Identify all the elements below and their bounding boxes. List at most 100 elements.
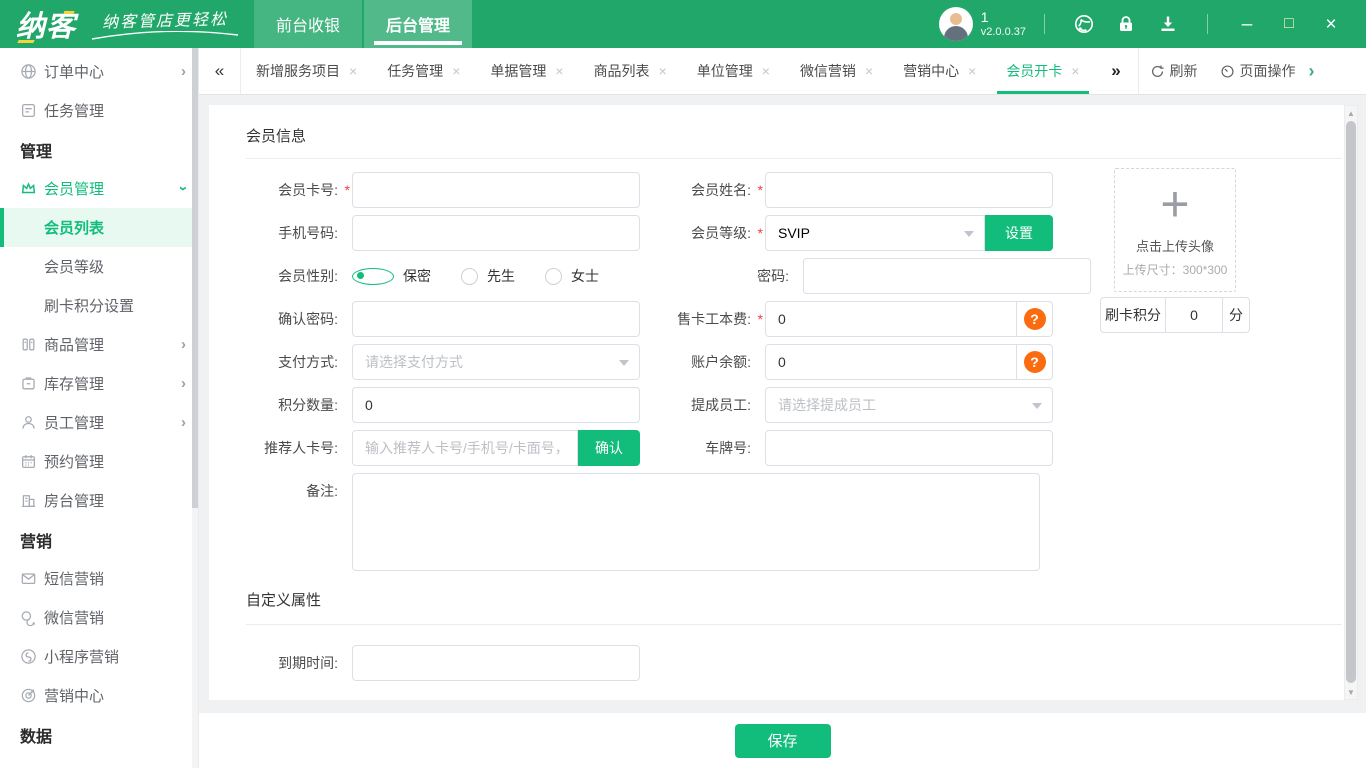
confirm-password-input[interactable] [352,301,640,337]
nav-front-cashier[interactable]: 前台收银 [254,0,363,48]
sidebar-item-goods-mgmt[interactable]: 商品管理 › [0,325,198,364]
user-avatar[interactable] [938,7,973,41]
section-title-custom-attrs: 自定义属性 [246,589,1342,625]
points-input[interactable] [352,387,640,423]
close-tab-icon[interactable]: × [659,63,667,79]
help-icon[interactable]: ? [1023,308,1046,330]
goods-icon [20,336,37,353]
referrer-confirm-button[interactable]: 确认 [578,430,640,466]
sidebar-item-booking-mgmt[interactable]: 预约管理 [0,442,198,481]
scroll-down-arrow[interactable]: ▼ [1345,685,1357,699]
member-level-select[interactable]: SVIP [765,215,985,251]
chevron-right-icon[interactable]: › [1309,48,1315,94]
page-operations-button[interactable]: 页面操作 [1209,48,1307,94]
required-star: * [757,182,763,198]
payment-placeholder: 请选择支付方式 [365,354,463,370]
member-level-value: SVIP [778,225,810,241]
balance-input[interactable] [766,345,1016,379]
gender-option-secret[interactable]: 保密 [352,266,431,286]
expire-input[interactable] [352,645,640,681]
sidebar-item-marketing-center[interactable]: 营销中心 [0,676,198,715]
commission-staff-select[interactable]: 请选择提成员工 [765,387,1053,423]
save-button[interactable]: 保存 [734,723,831,758]
referrer-input[interactable] [352,430,578,466]
points-label: 积分数量: [278,397,338,413]
maximize-button[interactable]: □ [1274,9,1304,39]
sidebar-scrollbar-thumb[interactable] [192,48,198,508]
close-tab-icon[interactable]: × [349,63,357,79]
main-scrollbar[interactable]: ▲ ▼ [1344,105,1358,700]
card-fee-input[interactable] [766,302,1016,336]
support-button[interactable] [1069,9,1099,39]
sidebar-scrollbar[interactable] [192,48,198,768]
tab-receipt-mgmt[interactable]: 单据管理 × [475,48,578,94]
envelope-icon [20,570,37,587]
tab-wechat-marketing[interactable]: 微信营销 × [785,48,888,94]
slogan-underline-curve [91,31,239,40]
close-tab-icon[interactable]: × [762,63,770,79]
tab-goods-list[interactable]: 商品列表 × [579,48,682,94]
minimize-button[interactable]: – [1232,9,1262,39]
close-tab-icon[interactable]: × [1071,63,1079,79]
sidebar-item-member-mgmt[interactable]: 会员管理 › [0,169,198,208]
nav-back-admin[interactable]: 后台管理 [364,0,473,48]
level-settings-button[interactable]: 设置 [985,215,1053,251]
download-button[interactable] [1153,9,1183,39]
avatar-head [949,13,962,25]
lock-icon [1120,16,1132,31]
sidebar-item-miniprogram-marketing[interactable]: 小程序营销 [0,637,198,676]
tab-unit-mgmt[interactable]: 单位管理 × [682,48,785,94]
gender-option-male[interactable]: 先生 [461,266,515,286]
sidebar-item-order-center[interactable]: 订单中心 › [0,52,198,91]
radio-icon[interactable] [461,267,478,285]
gender-option-female[interactable]: 女士 [545,266,599,286]
payment-select[interactable]: 请选择支付方式 [352,344,640,380]
tab-new-service-item[interactable]: 新增服务项目 × [241,48,372,94]
scroll-up-arrow[interactable]: ▲ [1345,106,1357,120]
avatar-upload-box[interactable]: + 点击上传头像 上传尺寸：300*300 [1114,168,1236,292]
sidebar-item-task-mgmt[interactable]: 任务管理 [0,91,198,130]
brand-logo: 纳客 [16,3,76,45]
radio-icon[interactable] [545,267,562,285]
sidebar-item-stock-mgmt[interactable]: 库存管理 › [0,364,198,403]
avatar-body [943,26,968,41]
close-tab-icon[interactable]: × [968,63,976,79]
balance-help-cell: ? [1016,345,1052,379]
tab-label: 会员开卡 [1006,63,1063,79]
password-input[interactable] [803,258,1091,294]
tab-label: 任务管理 [387,63,444,79]
tab-marketing-center[interactable]: 营销中心 × [888,48,991,94]
tab-task-mgmt[interactable]: 任务管理 × [372,48,475,94]
tab-member-card-open[interactable]: 会员开卡 × [991,48,1094,94]
card-no-input[interactable] [352,172,640,208]
sidebar-item-member-level[interactable]: 会员等级 [0,247,198,286]
refresh-button[interactable]: 刷新 [1139,48,1209,94]
sidebar-item-room-mgmt[interactable]: 房台管理 [0,481,198,520]
swipe-points-cell [1165,297,1223,333]
close-tab-icon[interactable]: × [865,63,873,79]
sidebar-item-wechat-marketing[interactable]: 微信营销 [0,598,198,637]
lock-button[interactable] [1111,9,1141,39]
sidebar-item-staff-mgmt[interactable]: 员工管理 › [0,403,198,442]
main-scrollbar-thumb[interactable] [1346,121,1356,683]
member-name-input[interactable] [765,172,1053,208]
radio-selected-icon[interactable] [352,267,394,285]
tabs-collapse-left-button[interactable]: « [199,48,241,94]
sidebar-item-sms-marketing[interactable]: 短信营销 [0,559,198,598]
sidebar-item-swipe-points-settings[interactable]: 刷卡积分设置 [0,286,198,325]
remark-textarea[interactable] [352,473,1040,571]
phone-input[interactable] [352,215,640,251]
close-button[interactable]: × [1316,9,1346,39]
swipe-points-input[interactable] [1166,307,1222,323]
close-tab-icon[interactable]: × [555,63,563,79]
tabs-expand-right-button[interactable]: » [1095,48,1139,94]
sidebar-item-member-list[interactable]: 会员列表 [0,208,198,247]
sidebar-item-label: 员工管理 [44,415,105,432]
plate-input[interactable] [765,430,1053,466]
chevron-right-icon: › [181,336,186,353]
app-window: 纳客 纳客管店更轻松 前台收银 后台管理 1 v2.0.0.37 – □ × 订… [0,0,1366,768]
sidebar-item-label: 商品管理 [44,337,105,354]
close-tab-icon[interactable]: × [452,63,460,79]
help-icon[interactable]: ? [1023,351,1046,373]
main-nav: 前台收银 后台管理 [254,0,474,48]
